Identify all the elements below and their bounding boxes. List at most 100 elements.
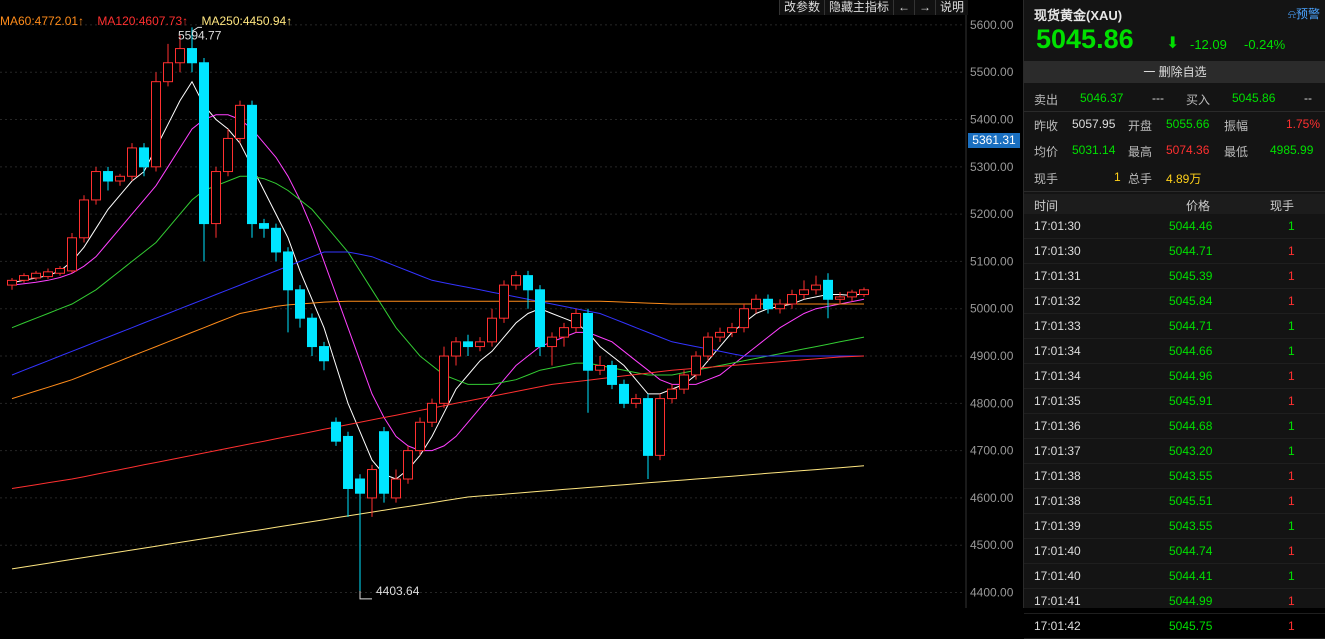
tick-row: 17:01:36 5044.68 1 — [1024, 414, 1325, 439]
amplitude-label: 振幅 — [1224, 119, 1249, 133]
sell-label: 卖出 — [1034, 93, 1059, 107]
candle-body — [175, 48, 185, 64]
tick-time: 17:01:39 — [1034, 519, 1081, 533]
y-tick-label: 5200.00 — [970, 207, 1014, 221]
candle-body — [535, 289, 545, 348]
volume-header: 现手 — [1270, 199, 1295, 213]
alert-label: 预警 — [1295, 7, 1320, 21]
tick-price: 5043.20 — [1169, 444, 1213, 458]
candle-body — [523, 275, 533, 291]
arrow-left-icon[interactable]: ← — [892, 0, 914, 15]
chart-toolbar: 改参数 隐藏主指标 ← → 说明 — [778, 0, 968, 15]
candle-body — [547, 336, 557, 348]
tick-row: 17:01:38 5043.55 1 — [1024, 464, 1325, 489]
open-label: 开盘 — [1128, 119, 1153, 133]
tick-price: 5043.55 — [1169, 519, 1213, 533]
hide-main-indicator-button[interactable]: 隐藏主指标 — [823, 0, 893, 15]
chart-panel[interactable]: 5600.00 5500.00 5400.00 5300.00 5200.00 5100.… — [0, 0, 1022, 608]
time-header: 时间 — [1034, 199, 1059, 213]
cur-vol-value: 1 — [1114, 170, 1121, 184]
bell-icon: ⍾ — [1288, 7, 1296, 21]
tick-time: 17:01:34 — [1034, 344, 1081, 358]
y-tick-label: 5400.00 — [970, 113, 1014, 127]
tick-time: 17:01:35 — [1034, 394, 1081, 408]
tick-time: 17:01:38 — [1034, 494, 1081, 508]
open-value: 5055.66 — [1166, 117, 1210, 131]
tick-row: 17:01:40 5044.74 1 — [1024, 539, 1325, 564]
candle-body — [835, 296, 845, 300]
tick-price: 5045.51 — [1169, 494, 1213, 508]
candle-body — [715, 331, 725, 338]
tick-row: 17:01:30 5044.71 1 — [1024, 239, 1325, 264]
ma-line-ma120 — [11, 355, 865, 489]
instrument-title: 现货黄金(XAU) — [1034, 8, 1123, 23]
candle-body — [487, 317, 497, 343]
divider — [1024, 111, 1325, 112]
edit-params-button[interactable]: 改参数 — [778, 0, 824, 15]
tick-price: 5044.71 — [1169, 244, 1213, 258]
tick-time: 17:01:32 — [1034, 294, 1081, 308]
tick-volume: 1 — [1288, 369, 1295, 383]
tick-time: 17:01:33 — [1034, 319, 1081, 333]
down-arrow-icon: ⬇ — [1166, 35, 1180, 52]
candle-body — [403, 450, 413, 480]
tick-time: 17:01:36 — [1034, 419, 1081, 433]
candle-body — [739, 308, 749, 329]
alert-button[interactable]: ⍾预警 — [1288, 5, 1320, 22]
ma-legend: MA60:4772.01↑ MA120:4607.73↑ MA250:4450.… — [0, 14, 302, 28]
divider — [1024, 191, 1325, 192]
y-tick-label: 4400.00 — [970, 586, 1014, 600]
bid-ask-row: 卖出 5046.37 --- 买入 5045.86 -- — [1024, 87, 1325, 109]
candle-body — [343, 435, 353, 489]
candle-body — [751, 298, 761, 310]
y-tick-label: 4600.00 — [970, 491, 1014, 505]
candlestick-chart[interactable]: 5600.00 5500.00 5400.00 5300.00 5200.00 5100.… — [0, 0, 1022, 608]
low-value: 4985.99 — [1270, 143, 1314, 157]
candle-body — [43, 271, 53, 278]
total-vol-label: 总手 — [1128, 172, 1153, 186]
low-marker-line — [359, 590, 372, 600]
candle-body — [475, 341, 485, 348]
candle-body — [571, 312, 581, 329]
candle-body — [703, 336, 713, 357]
candle-body — [223, 137, 233, 173]
candle-body — [199, 62, 209, 225]
tick-header: 时间 价格 现手 — [1024, 194, 1325, 214]
ma-line-ma5 — [11, 80, 865, 480]
high-value: 5074.36 — [1166, 143, 1210, 157]
tick-price: 5045.91 — [1169, 394, 1213, 408]
candle-body — [439, 355, 449, 404]
candle-body — [859, 289, 869, 296]
tick-price: 5044.41 — [1169, 569, 1213, 583]
help-button[interactable]: 说明 — [934, 0, 968, 15]
candle-body — [451, 341, 461, 357]
volume-row: 现手 1 总手 4.89万 — [1024, 166, 1325, 188]
ma-line-ma60 — [11, 300, 864, 400]
candle-body — [811, 284, 821, 291]
tick-price: 5044.71 — [1169, 319, 1213, 333]
arrow-right-icon[interactable]: → — [913, 0, 935, 15]
ma60-legend: MA60:4772.01↑ — [0, 14, 85, 28]
tick-time: 17:01:40 — [1034, 569, 1081, 583]
tick-time: 17:01:30 — [1034, 219, 1081, 233]
tick-row: 17:01:32 5045.84 1 — [1024, 289, 1325, 314]
tick-time: 17:01:42 — [1034, 619, 1081, 633]
tick-row: 17:01:40 5044.41 1 — [1024, 564, 1325, 589]
tick-volume: 1 — [1288, 294, 1295, 308]
tick-time: 17:01:40 — [1034, 544, 1081, 558]
tick-row: 17:01:37 5043.20 1 — [1024, 439, 1325, 464]
remove-watchlist-button[interactable]: 一 删除自选 — [1024, 61, 1325, 83]
tick-row: 17:01:34 5044.96 1 — [1024, 364, 1325, 389]
tick-volume: 1 — [1288, 319, 1295, 333]
tick-volume: 1 — [1288, 344, 1295, 358]
y-tick-label: 4500.00 — [970, 538, 1014, 552]
tick-price: 5044.99 — [1169, 594, 1213, 608]
tick-list[interactable]: 17:01:30 5044.46 1 17:01:30 5044.71 1 17:01:31… — [1024, 214, 1325, 639]
tick-volume: 1 — [1288, 619, 1295, 633]
candle-body — [667, 388, 677, 400]
tick-row: 17:01:30 5044.46 1 — [1024, 214, 1325, 239]
tick-time: 17:01:30 — [1034, 244, 1081, 258]
tick-volume: 1 — [1288, 494, 1295, 508]
candle-body — [115, 175, 125, 182]
ma-line-ma250 — [11, 465, 865, 570]
